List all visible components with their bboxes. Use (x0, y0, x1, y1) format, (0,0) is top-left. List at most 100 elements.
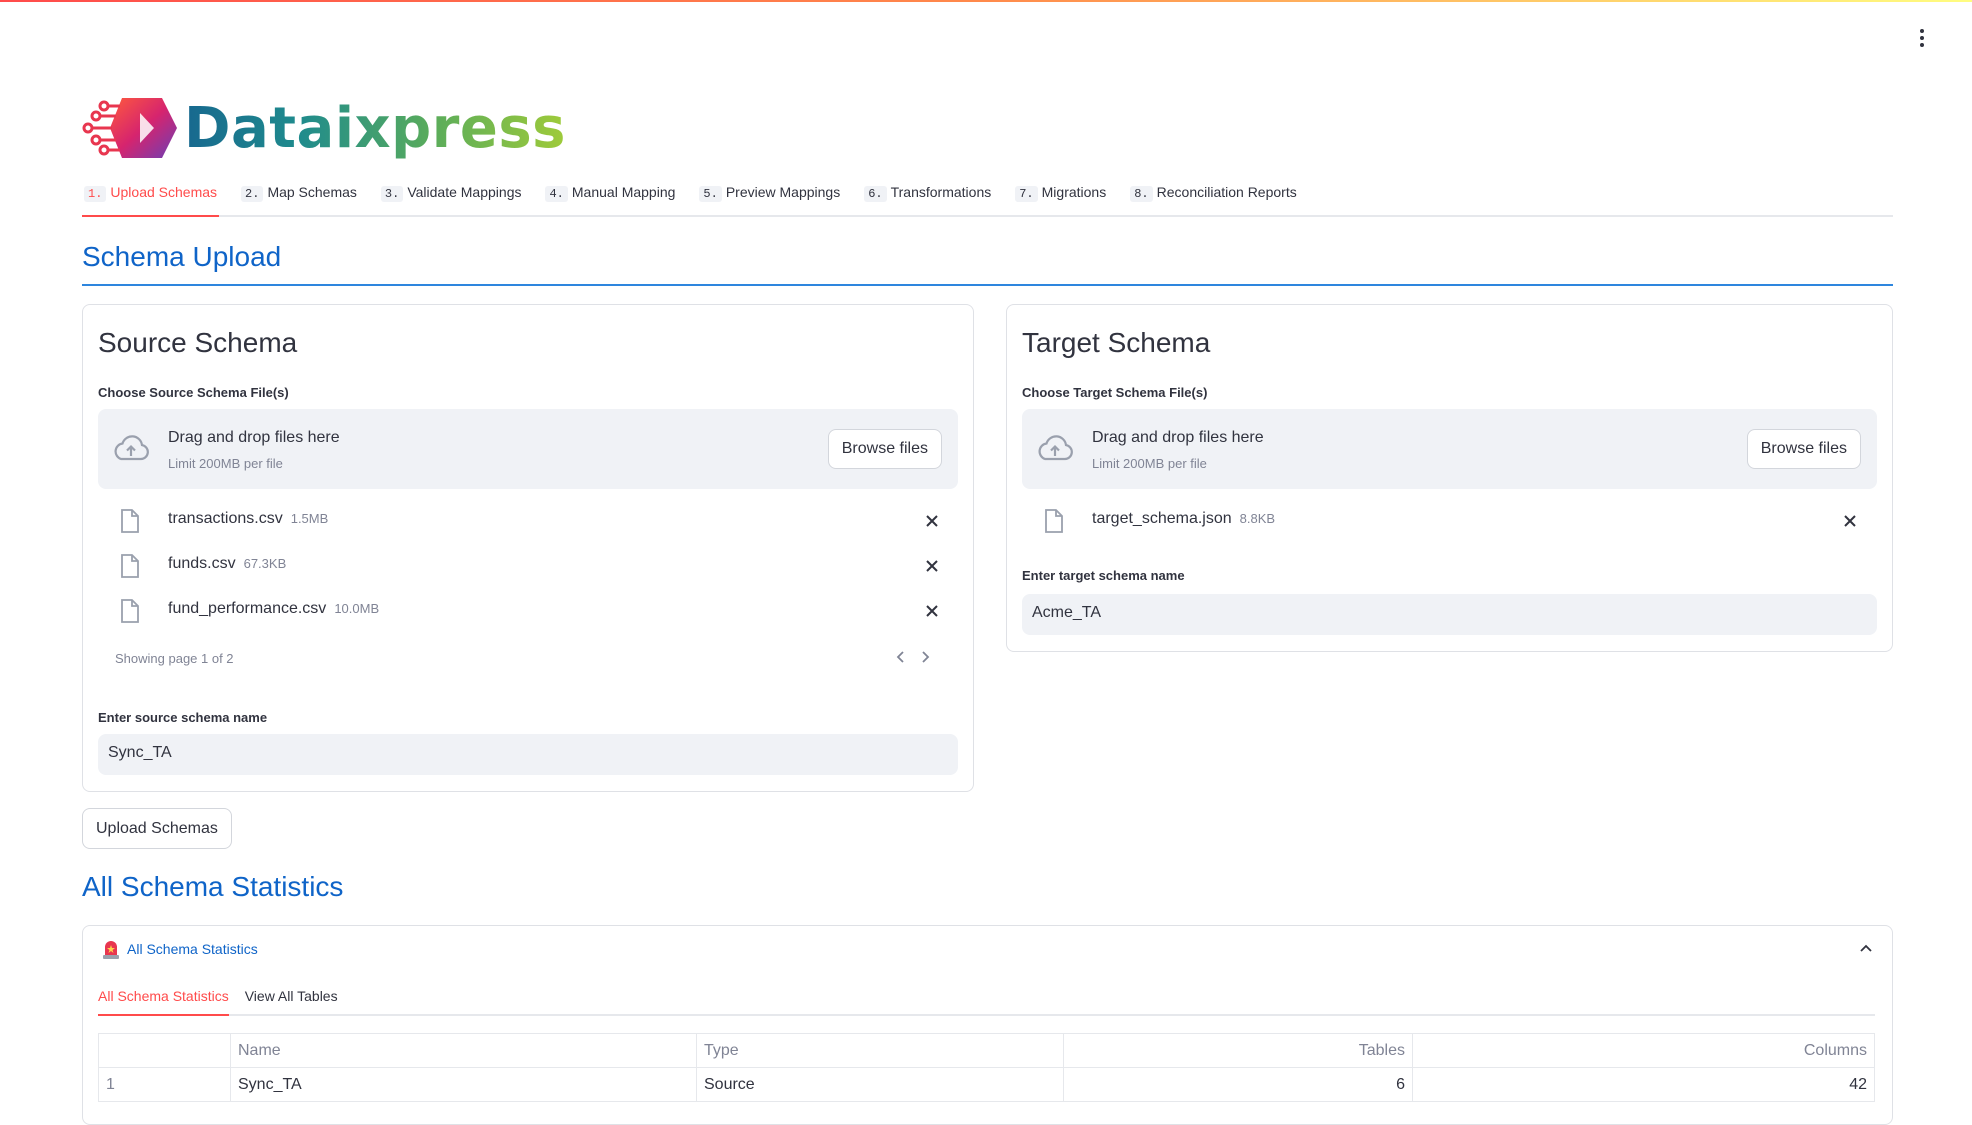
uploaded-file-row: transactions.csv 1.5MB (98, 503, 958, 539)
tab-number: 7. (1015, 186, 1038, 202)
remove-file-icon[interactable] (1840, 511, 1860, 531)
browse-files-button[interactable]: Browse files (1746, 429, 1861, 469)
target-schema-title: Target Schema (1022, 327, 1211, 358)
source-name-label: Enter source schema name (98, 710, 268, 725)
tab-reconciliation-reports[interactable]: 8. Reconciliation Reports (1128, 181, 1298, 217)
tab-all-schema-statistics[interactable]: All Schema Statistics (98, 980, 229, 1016)
uploaded-file-row: target_schema.json 8.8KB (1022, 503, 1877, 539)
tab-number: 4. (545, 186, 568, 202)
dropzone-limit: Limit 200MB per file (1092, 456, 1207, 471)
dropzone-instruction: Drag and drop files here (168, 429, 340, 446)
cloud-upload-icon (1038, 435, 1073, 461)
pagination-text: Showing page 1 of 2 (115, 651, 234, 666)
column-header-type[interactable]: Type (696, 1033, 1064, 1068)
tab-number: 2. (241, 186, 264, 202)
expander-header[interactable]: All Schema Statistics (101, 938, 258, 960)
chevron-up-icon[interactable] (1858, 940, 1874, 956)
logo-wordmark: Dataixpress (184, 95, 566, 161)
header-decoration-bar (0, 0, 1972, 2)
tab-label: Transformations (890, 184, 992, 200)
kebab-dot (1920, 36, 1924, 40)
source-schema-card: Source Schema Choose Source Schema File(… (82, 304, 974, 792)
kebab-dot (1920, 43, 1924, 47)
file-size: 10.0MB (334, 601, 380, 616)
column-header-name[interactable]: Name (230, 1033, 697, 1068)
target-schema-name-input[interactable]: Acme_TA (1022, 594, 1877, 635)
target-schema-card: Target Schema Choose Target Schema File(… (1006, 304, 1893, 652)
tab-label: Reconciliation Reports (1156, 184, 1297, 200)
file-size: 8.8KB (1239, 511, 1276, 526)
tab-label: Upload Schemas (110, 184, 218, 200)
table-header-row: Name Type Tables Columns (98, 1033, 1875, 1068)
source-file-dropzone[interactable]: Drag and drop files here Limit 200MB per… (98, 409, 958, 489)
row-index: 1 (98, 1067, 231, 1102)
tab-number: 5. (699, 186, 722, 202)
file-name-text: funds.csv (168, 555, 236, 572)
remove-file-icon[interactable] (922, 601, 942, 621)
cell-tables[interactable]: 6 (1063, 1067, 1413, 1102)
cell-columns[interactable]: 42 (1412, 1067, 1875, 1102)
source-schema-title: Source Schema (98, 327, 298, 358)
logo-mark-icon (82, 98, 177, 158)
app-logo: Dataixpress (82, 95, 566, 161)
target-file-dropzone[interactable]: Drag and drop files here Limit 200MB per… (1022, 409, 1877, 489)
tab-preview-mappings[interactable]: 5. Preview Mappings (697, 181, 842, 217)
file-icon (121, 509, 139, 533)
column-header-index[interactable] (98, 1033, 231, 1068)
tab-map-schemas[interactable]: 2. Map Schemas (239, 181, 359, 217)
file-size: 67.3KB (243, 556, 287, 571)
kebab-icon (1920, 29, 1924, 33)
tab-label: Preview Mappings (725, 184, 841, 200)
tab-number: 3. (380, 186, 404, 202)
file-name: fund_performance.csv 10.0MB (168, 600, 379, 618)
statistics-expander: All Schema Statistics All Schema Statist… (82, 925, 1893, 1125)
target-uploader-label: Choose Target Schema File(s) (1022, 385, 1208, 400)
tab-number: 1. (84, 186, 107, 202)
file-name: transactions.csv 1.5MB (168, 510, 328, 528)
section-divider (82, 284, 1893, 286)
file-name-text: transactions.csv (168, 510, 283, 527)
tab-label: Manual Mapping (571, 184, 676, 200)
chevron-right-icon[interactable] (919, 650, 931, 669)
statistics-tab-bar: All Schema Statistics View All Tables (98, 980, 1875, 1016)
uploaded-file-row: funds.csv 67.3KB (98, 548, 958, 584)
tab-label: Validate Mappings (407, 184, 522, 200)
main-tab-bar: 1. Upload Schemas 2. Map Schemas 3. Validat… (82, 181, 1893, 217)
file-icon (121, 599, 139, 623)
tab-label: Migrations (1041, 184, 1107, 200)
cell-type[interactable]: Source (696, 1067, 1064, 1102)
cloud-upload-icon (114, 435, 149, 461)
tab-manual-mapping[interactable]: 4. Manual Mapping (543, 181, 677, 217)
table-row: 1 Sync_TA Source 6 42 (98, 1067, 1875, 1102)
file-name: target_schema.json 8.8KB (1092, 510, 1275, 528)
file-size: 1.5MB (290, 511, 329, 526)
tab-validate-mappings[interactable]: 3. Validate Mappings (379, 181, 524, 217)
upload-schemas-button[interactable]: Upload Schemas (82, 808, 232, 849)
main-menu-button[interactable] (1910, 26, 1934, 50)
schema-upload-heading: Schema Upload (82, 241, 282, 272)
file-name-text: target_schema.json (1092, 510, 1232, 527)
file-name-text: fund_performance.csv (168, 600, 327, 617)
tab-label: Map Schemas (267, 184, 357, 200)
cell-name[interactable]: Sync_TA (230, 1067, 697, 1102)
source-uploader-label: Choose Source Schema File(s) (98, 385, 289, 400)
file-name: funds.csv 67.3KB (168, 555, 286, 573)
all-schema-statistics-heading: All Schema Statistics (82, 871, 344, 902)
dropzone-limit: Limit 200MB per file (168, 456, 283, 471)
tab-view-all-tables[interactable]: View All Tables (245, 980, 338, 1016)
tab-transformations[interactable]: 6. Transformations (862, 181, 993, 217)
file-icon (121, 554, 139, 578)
remove-file-icon[interactable] (922, 511, 942, 531)
file-icon (1045, 509, 1063, 533)
chevron-left-icon[interactable] (895, 650, 907, 669)
browse-files-button[interactable]: Browse files (827, 429, 942, 469)
column-header-columns[interactable]: Columns (1412, 1033, 1875, 1068)
tab-upload-schemas[interactable]: 1. Upload Schemas (82, 181, 220, 217)
column-header-tables[interactable]: Tables (1063, 1033, 1413, 1068)
remove-file-icon[interactable] (922, 556, 942, 576)
tab-number: 8. (1130, 186, 1153, 202)
tab-migrations[interactable]: 7. Migrations (1013, 181, 1108, 217)
statistics-table: Name Type Tables Columns 1 Sync_TA Sourc… (98, 1033, 1875, 1102)
source-schema-name-input[interactable]: Sync_TA (98, 734, 958, 775)
tab-number: 6. (864, 186, 887, 202)
